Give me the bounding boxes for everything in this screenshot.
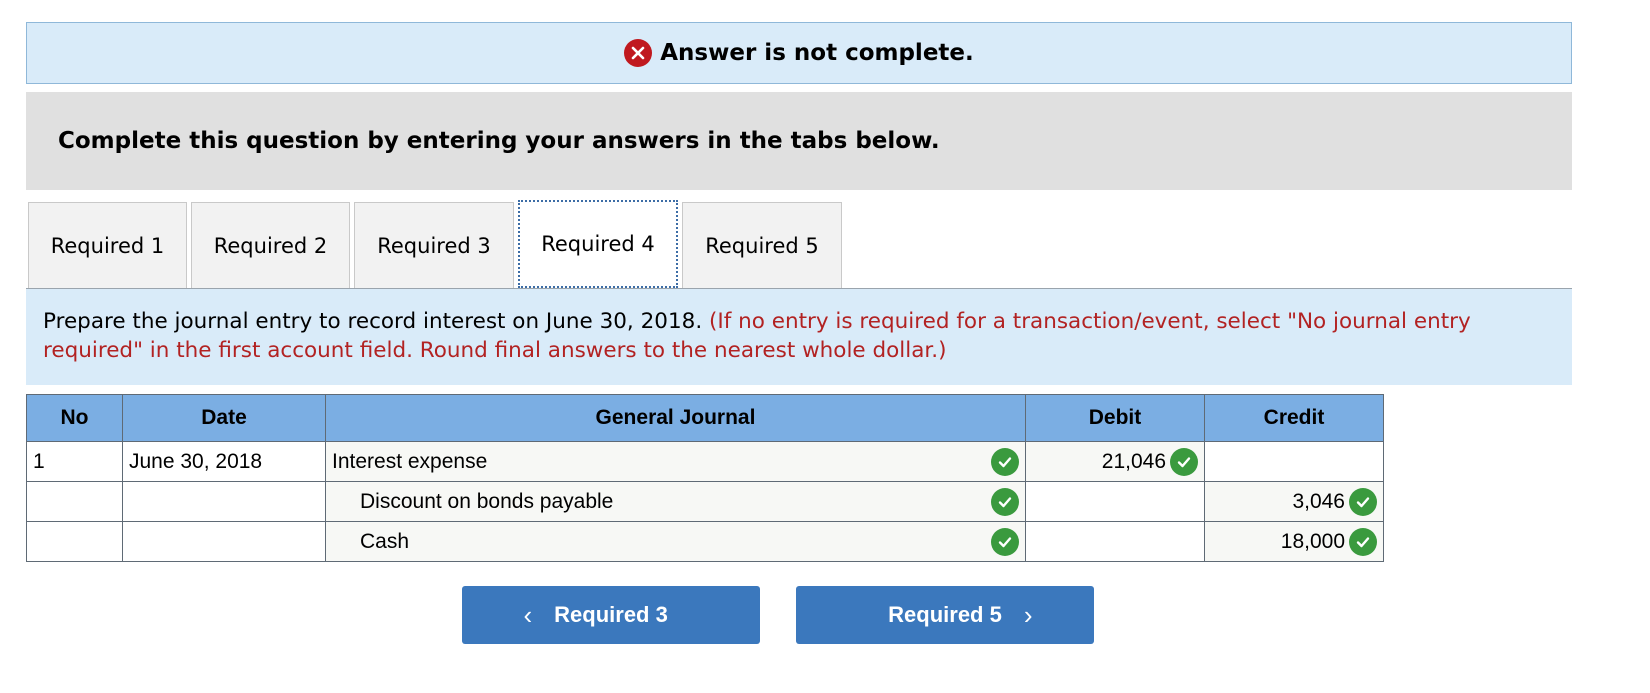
check-icon: [1349, 527, 1377, 556]
next-required-button[interactable]: ‹ Required 5 ›: [796, 586, 1094, 644]
check-icon: [991, 447, 1019, 476]
tab-required-5[interactable]: Required 5: [682, 202, 842, 288]
next-button-label: Required 5: [888, 602, 1002, 627]
header-general-journal: General Journal: [325, 394, 1026, 442]
credit-value: 3,046: [1292, 489, 1345, 513]
header-debit: Debit: [1025, 394, 1205, 442]
banner-title: Answer is not complete.: [660, 40, 974, 66]
table-row: Discount on bonds payable 3,046: [26, 481, 1384, 522]
check-icon: [991, 487, 1019, 516]
row-no: 1: [26, 441, 123, 482]
tab-required-4[interactable]: Required 4: [518, 200, 678, 288]
account-select[interactable]: Cash: [325, 521, 1026, 562]
row-no: [26, 521, 123, 562]
tab-required-1[interactable]: Required 1: [28, 202, 187, 288]
table-row: 1 June 30, 2018 Interest expense 21,046: [26, 441, 1384, 482]
question-prompt: Prepare the journal entry to record inte…: [26, 289, 1572, 385]
table-header-row: No Date General Journal Debit Credit: [26, 394, 1384, 442]
debit-input[interactable]: [1025, 481, 1205, 522]
date-cell: June 30, 2018: [122, 441, 326, 482]
credit-input[interactable]: 18,000: [1204, 521, 1384, 562]
table-row: Cash 18,000: [26, 521, 1384, 562]
chevron-right-icon: ›: [1023, 599, 1033, 630]
check-icon: [1349, 487, 1377, 516]
prompt-main: Prepare the journal entry to record inte…: [43, 309, 709, 334]
check-icon: [1170, 447, 1198, 476]
account-select[interactable]: Discount on bonds payable: [325, 481, 1026, 522]
date-cell: [122, 481, 326, 522]
account-select[interactable]: Interest expense: [325, 441, 1026, 482]
prev-button-label: Required 3: [554, 602, 668, 627]
date-cell: [122, 521, 326, 562]
tab-required-3[interactable]: Required 3: [354, 202, 514, 288]
debit-input[interactable]: 21,046: [1025, 441, 1205, 482]
header-credit: Credit: [1204, 394, 1384, 442]
tab-required-2[interactable]: Required 2: [191, 202, 350, 288]
credit-input[interactable]: [1204, 441, 1384, 482]
row-no: [26, 481, 123, 522]
tab-bar: Required 1 Required 2 Required 3 Require…: [26, 200, 1572, 289]
account-name: Discount on bonds payable: [360, 489, 614, 513]
debit-value: 21,046: [1101, 449, 1166, 473]
credit-value: 18,000: [1280, 529, 1345, 553]
account-name: Cash: [360, 529, 410, 553]
instruction-text: Complete this question by entering your …: [58, 128, 940, 154]
journal-table: No Date General Journal Debit Credit 1 J…: [26, 394, 1384, 562]
account-name: Interest expense: [332, 449, 488, 473]
credit-input[interactable]: 3,046: [1204, 481, 1384, 522]
debit-input[interactable]: [1025, 521, 1205, 562]
header-no: No: [26, 394, 123, 442]
check-icon: [991, 527, 1019, 556]
error-x-icon: [624, 39, 653, 67]
prev-required-button[interactable]: ‹ Required 3 ›: [462, 586, 760, 644]
instruction-panel: Complete this question by entering your …: [26, 92, 1572, 190]
result-banner: Answer is not complete.: [26, 22, 1572, 84]
chevron-left-icon: ‹: [523, 599, 533, 630]
header-date: Date: [122, 394, 326, 442]
